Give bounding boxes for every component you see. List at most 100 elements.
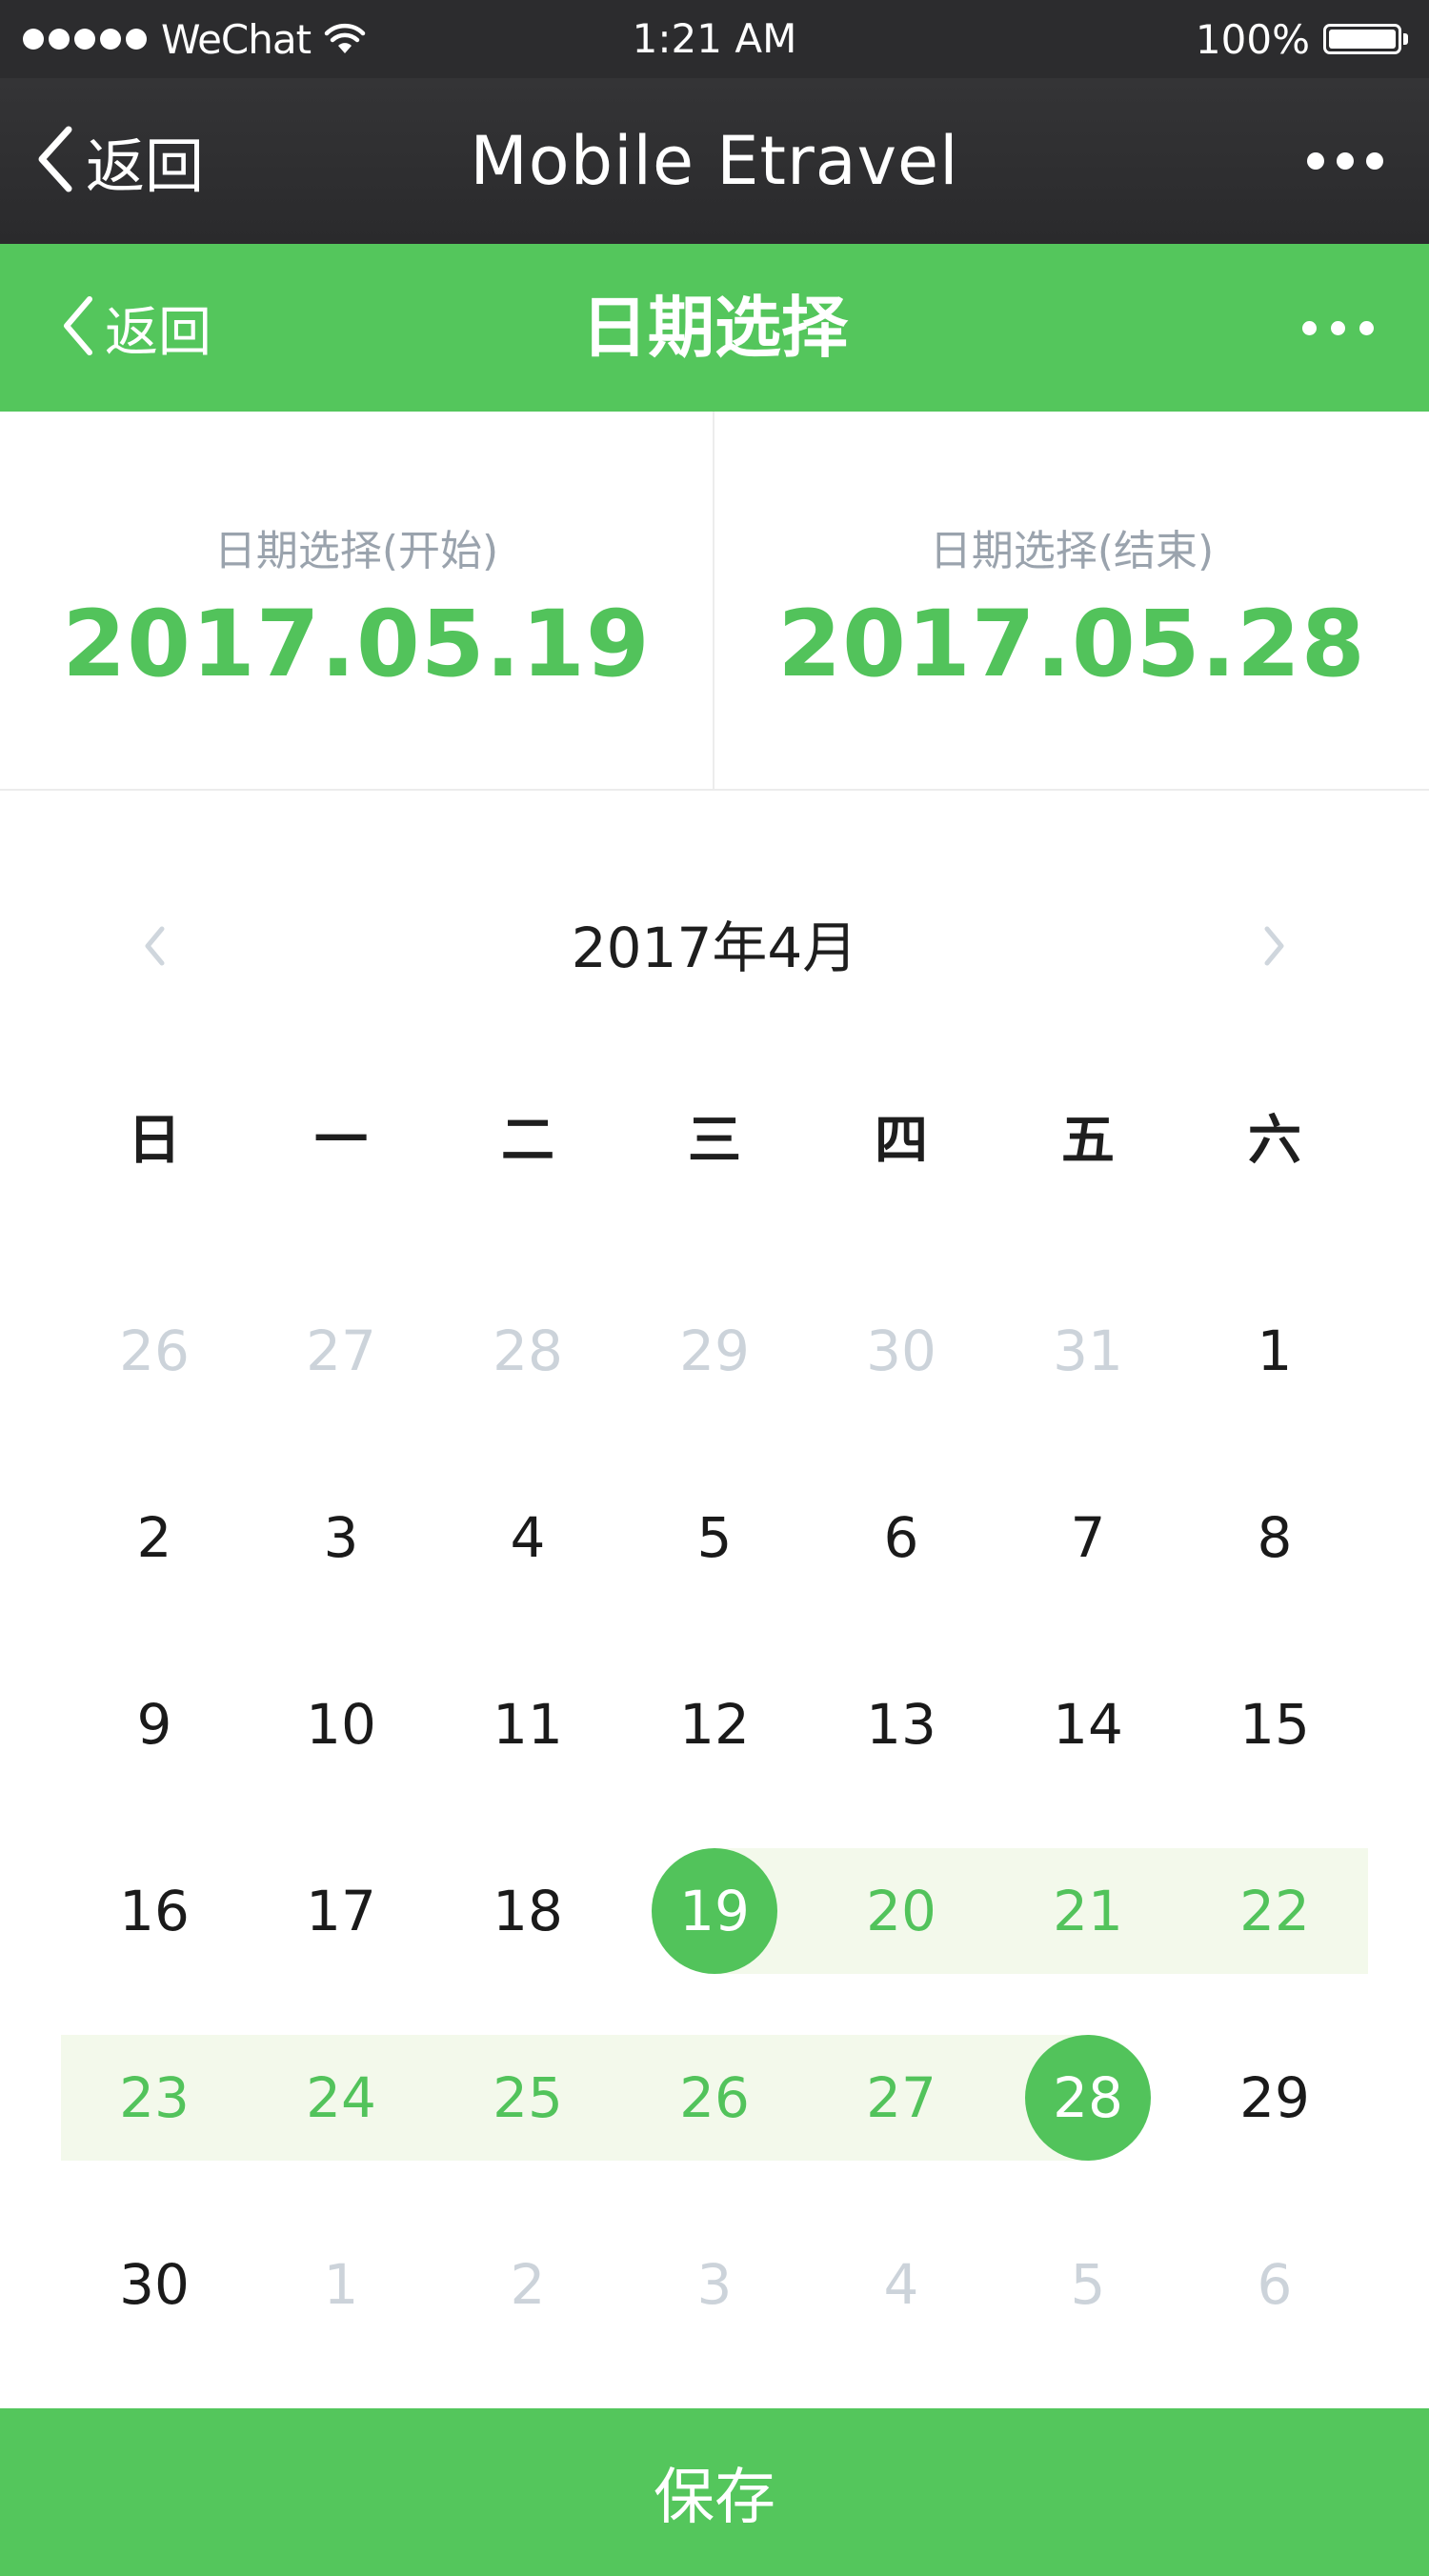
calendar-day[interactable]: 8 — [1181, 1444, 1368, 1631]
calendar-day[interactable]: 28 — [434, 1258, 621, 1444]
next-month-button[interactable] — [1231, 886, 1317, 1010]
day-number: 21 — [1053, 1879, 1123, 1943]
status-right: 100% — [1196, 0, 1408, 78]
day-number: 2 — [510, 2252, 546, 2317]
calendar-day[interactable]: 1 — [1181, 1258, 1368, 1444]
weekday-wed: 三 — [688, 1109, 741, 1172]
calendar-day[interactable]: 18 — [434, 1818, 621, 2004]
date-range-summary: 日期选择(开始) 2017.05.19 日期选择(结束) 2017.05.28 — [0, 412, 1429, 791]
wechat-more-button[interactable] — [1295, 78, 1383, 244]
page-header: 返回 日期选择 — [0, 244, 1429, 412]
day-number: 5 — [696, 1505, 733, 1570]
calendar-day[interactable]: 29 — [621, 1258, 808, 1444]
calendar-day[interactable]: 29 — [1181, 2004, 1368, 2191]
day-number: 14 — [1053, 1692, 1123, 1757]
day-number: 13 — [866, 1692, 936, 1757]
calendar-day[interactable]: 4 — [808, 2191, 995, 2378]
more-dots-icon — [1295, 152, 1383, 170]
day-number: 11 — [493, 1692, 563, 1757]
day-number: 12 — [679, 1692, 750, 1757]
calendar-grid: 26 27 28 29 30 31 1 2 3 4 5 6 7 8 9 10 11 12 13 14 15 16 17 18 1… — [61, 1258, 1368, 2378]
prev-month-button[interactable] — [112, 886, 198, 1010]
chevron-left-icon — [34, 124, 76, 198]
day-number: 2 — [136, 1505, 172, 1570]
day-number: 29 — [1239, 2065, 1310, 2130]
calendar-day[interactable]: 31 — [995, 1258, 1181, 1444]
calendar-day[interactable]: 14 — [995, 1631, 1181, 1818]
page-more-button[interactable] — [1288, 244, 1374, 412]
day-number: 7 — [1070, 1505, 1106, 1570]
calendar-day[interactable]: 23 — [61, 2004, 248, 2191]
start-date-selector[interactable]: 日期选择(开始) 2017.05.19 — [0, 412, 714, 789]
chevron-left-icon — [143, 925, 168, 971]
wechat-back-button[interactable]: 返回 — [34, 78, 204, 244]
day-number: 29 — [679, 1318, 750, 1383]
calendar-day[interactable]: 22 — [1181, 1818, 1368, 2004]
day-number: 27 — [866, 2065, 936, 2130]
calendar-day[interactable]: 20 — [808, 1818, 995, 2004]
calendar-day[interactable]: 5 — [995, 2191, 1181, 2378]
start-date-value: 2017.05.19 — [62, 591, 651, 697]
calendar-day[interactable]: 6 — [1181, 2191, 1368, 2378]
calendar-day[interactable]: 26 — [621, 2004, 808, 2191]
day-number: 30 — [119, 2252, 190, 2317]
calendar-day[interactable]: 11 — [434, 1631, 621, 1818]
calendar-day[interactable]: 10 — [248, 1631, 434, 1818]
calendar-day[interactable]: 5 — [621, 1444, 808, 1631]
day-number: 18 — [493, 1879, 563, 1943]
calendar-day[interactable]: 17 — [248, 1818, 434, 2004]
day-number: 16 — [119, 1879, 190, 1943]
save-button[interactable]: 保存 — [0, 2408, 1429, 2576]
calendar-day[interactable]: 4 — [434, 1444, 621, 1631]
calendar-day[interactable]: 30 — [808, 1258, 995, 1444]
calendar-day[interactable]: 27 — [248, 1258, 434, 1444]
calendar-day[interactable]: 15 — [1181, 1631, 1368, 1818]
month-header: 2017年4月 — [0, 886, 1429, 1010]
page-back-button[interactable]: 返回 — [59, 244, 211, 412]
calendar-day[interactable]: 6 — [808, 1444, 995, 1631]
day-number: 19 — [679, 1879, 750, 1943]
calendar-day[interactable]: 21 — [995, 1818, 1181, 2004]
calendar-day[interactable]: 26 — [61, 1258, 248, 1444]
calendar-day[interactable]: 19 — [621, 1818, 808, 2004]
day-number: 1 — [1257, 1318, 1293, 1383]
day-number: 8 — [1257, 1505, 1293, 1570]
calendar-day[interactable]: 9 — [61, 1631, 248, 1818]
start-date-label: 日期选择(开始) — [213, 527, 499, 575]
day-number: 31 — [1053, 1318, 1123, 1383]
day-number: 4 — [883, 2252, 919, 2317]
more-dots-icon — [1288, 320, 1374, 335]
calendar-day[interactable]: 12 — [621, 1631, 808, 1818]
calendar-day[interactable]: 24 — [248, 2004, 434, 2191]
calendar-day[interactable]: 3 — [248, 1444, 434, 1631]
weekday-mon: 一 — [314, 1109, 368, 1172]
page-title: 日期选择 — [581, 289, 848, 367]
battery-percent: 100% — [1195, 15, 1310, 63]
day-number: 25 — [493, 2065, 563, 2130]
day-number: 5 — [1070, 2252, 1106, 2317]
calendar-day[interactable]: 2 — [434, 2191, 621, 2378]
calendar-day[interactable]: 13 — [808, 1631, 995, 1818]
calendar-day[interactable]: 1 — [248, 2191, 434, 2378]
wechat-nav-bar: 返回 Mobile Etravel — [0, 78, 1429, 244]
end-date-selector[interactable]: 日期选择(结束) 2017.05.28 — [714, 412, 1429, 789]
wechat-nav-title: Mobile Etravel — [470, 122, 959, 200]
calendar-day[interactable]: 2 — [61, 1444, 248, 1631]
chevron-left-icon — [59, 294, 97, 361]
day-number: 28 — [493, 1318, 563, 1383]
wechat-back-label: 返回 — [86, 131, 205, 201]
calendar-day[interactable]: 3 — [621, 2191, 808, 2378]
calendar-day[interactable]: 30 — [61, 2191, 248, 2378]
weekday-sat: 六 — [1248, 1109, 1301, 1172]
calendar-day[interactable]: 25 — [434, 2004, 621, 2191]
calendar-day[interactable]: 16 — [61, 1818, 248, 2004]
calendar-day[interactable]: 28 — [995, 2004, 1181, 2191]
day-number: 23 — [119, 2065, 190, 2130]
day-number: 24 — [306, 2065, 376, 2130]
day-number: 28 — [1053, 2065, 1123, 2130]
weekday-tue: 二 — [501, 1109, 554, 1172]
day-number: 17 — [306, 1879, 376, 1943]
calendar-day[interactable]: 7 — [995, 1444, 1181, 1631]
calendar-day[interactable]: 27 — [808, 2004, 995, 2191]
day-number: 6 — [1257, 2252, 1293, 2317]
